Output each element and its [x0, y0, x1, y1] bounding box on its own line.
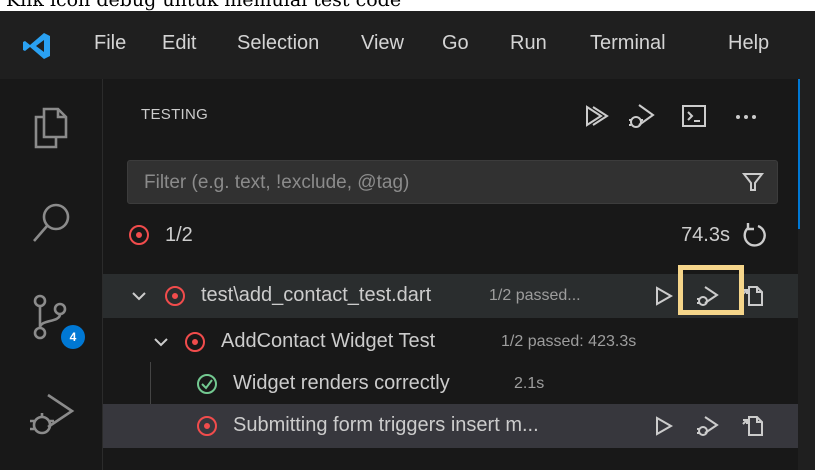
- failed-status-icon: [165, 286, 185, 306]
- test-group-row[interactable]: AddContact Widget Test 1/2 passed: 423.3…: [103, 320, 798, 364]
- failed-status-icon: [197, 416, 217, 436]
- highlight-box: [678, 265, 744, 315]
- test-file-detail: 1/2 passed...: [489, 287, 581, 304]
- vscode-logo-icon: [23, 33, 50, 59]
- menu-help[interactable]: Help: [728, 32, 769, 55]
- source-control-badge: 4: [61, 325, 85, 349]
- run-debug-icon[interactable]: [26, 389, 78, 441]
- passed-status-icon: [197, 374, 217, 394]
- test-case-label: Widget renders correctly: [233, 372, 450, 394]
- menu-selection[interactable]: Selection: [237, 32, 319, 55]
- more-actions-icon[interactable]: [731, 101, 761, 131]
- go-to-file-icon[interactable]: [741, 414, 765, 438]
- testing-sidebar: TESTING 1/2 74.3s test\add_contact_test.…: [103, 79, 798, 470]
- total-duration: 74.3s: [681, 224, 730, 246]
- failed-status-icon: [129, 225, 149, 245]
- test-case-label: Submitting form triggers insert m...: [233, 414, 539, 436]
- menu-file[interactable]: File: [94, 32, 126, 55]
- chevron-down-icon[interactable]: [127, 284, 151, 308]
- chevron-down-icon[interactable]: [149, 330, 173, 354]
- show-output-icon[interactable]: [679, 101, 709, 131]
- menu-view[interactable]: View: [361, 32, 404, 55]
- test-case-duration: 2.1s: [514, 375, 545, 392]
- run-test-icon[interactable]: [651, 284, 675, 308]
- editor-edge: [798, 79, 815, 470]
- menu-terminal[interactable]: Terminal: [590, 32, 666, 55]
- caption-text: Klik icon debug untuk memulai test code: [6, 0, 402, 11]
- explorer-icon[interactable]: [26, 101, 78, 153]
- failed-status-icon: [185, 332, 205, 352]
- test-group-detail: 1/2 passed: 423.3s: [501, 333, 637, 350]
- filter-icon[interactable]: [741, 170, 765, 194]
- test-summary: 1/2 74.3s: [127, 219, 778, 255]
- debug-all-tests-icon[interactable]: [627, 101, 657, 131]
- go-to-file-icon[interactable]: [741, 284, 765, 308]
- search-icon[interactable]: [26, 197, 78, 249]
- debug-test-icon[interactable]: [695, 414, 719, 438]
- test-file-label: test\add_contact_test.dart: [201, 284, 432, 306]
- menu-edit[interactable]: Edit: [162, 32, 196, 55]
- result-count: 1/2: [165, 224, 193, 246]
- menu-bar: File Edit Selection View Go Run Terminal…: [0, 11, 815, 79]
- filter-input[interactable]: [142, 169, 706, 197]
- test-group-label: AddContact Widget Test: [221, 330, 436, 352]
- test-case-row[interactable]: Submitting form triggers insert m...: [103, 404, 798, 448]
- run-all-tests-icon[interactable]: [581, 101, 611, 131]
- caption-strip: Klik icon debug untuk memulai test code: [0, 0, 815, 11]
- run-test-icon[interactable]: [651, 414, 675, 438]
- activity-bar: 4: [0, 79, 103, 470]
- refresh-icon[interactable]: [740, 221, 768, 249]
- menu-go[interactable]: Go: [442, 32, 469, 55]
- filter-box: [127, 160, 778, 204]
- test-case-row[interactable]: Widget renders correctly 2.1s: [103, 362, 798, 406]
- testing-title: TESTING: [141, 106, 209, 123]
- menu-run[interactable]: Run: [510, 32, 547, 55]
